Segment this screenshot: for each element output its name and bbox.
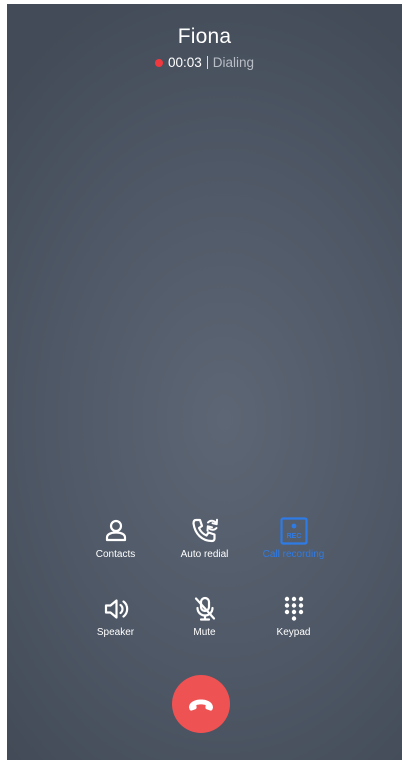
speaker-label: Speaker <box>96 627 135 638</box>
svg-text:REC: REC <box>286 533 301 540</box>
call-recording-button[interactable]: REC Call recording <box>249 515 338 573</box>
keypad-label: Keypad <box>276 627 311 638</box>
rec-icon: REC <box>278 515 310 547</box>
call-recording-label: Call recording <box>262 549 325 560</box>
keypad-button[interactable]: Keypad <box>249 593 338 651</box>
status-divider <box>206 56 208 69</box>
speaker-button[interactable]: Speaker <box>71 593 160 651</box>
mute-icon <box>189 593 221 625</box>
call-status: 00:03 Dialing <box>7 54 402 71</box>
end-call-icon <box>186 689 216 719</box>
caller-info: Fiona 00:03 Dialing <box>7 24 402 71</box>
call-state: Dialing <box>212 55 255 70</box>
auto-redial-button[interactable]: Auto redial <box>160 515 249 573</box>
recording-indicator-icon <box>154 58 163 67</box>
call-screen: Fiona 00:03 Dialing Contacts Auto redial… <box>7 4 402 760</box>
mute-label: Mute <box>193 627 216 638</box>
controls-row-2: Speaker Mute Keypad <box>7 593 402 651</box>
contacts-label: Contacts <box>95 549 136 560</box>
contacts-button[interactable]: Contacts <box>71 515 160 573</box>
auto-redial-icon <box>189 515 221 547</box>
caller-name: Fiona <box>177 25 232 48</box>
auto-redial-label: Auto redial <box>180 549 229 560</box>
mute-button[interactable]: Mute <box>160 593 249 651</box>
end-call-button[interactable] <box>172 675 230 733</box>
call-timer: 00:03 <box>167 55 202 70</box>
keypad-icon <box>278 593 310 625</box>
contacts-icon <box>100 515 132 547</box>
call-controls: Contacts Auto redial REC Call recording … <box>7 515 402 671</box>
speaker-icon <box>100 593 132 625</box>
controls-row-1: Contacts Auto redial REC Call recording <box>7 515 402 573</box>
